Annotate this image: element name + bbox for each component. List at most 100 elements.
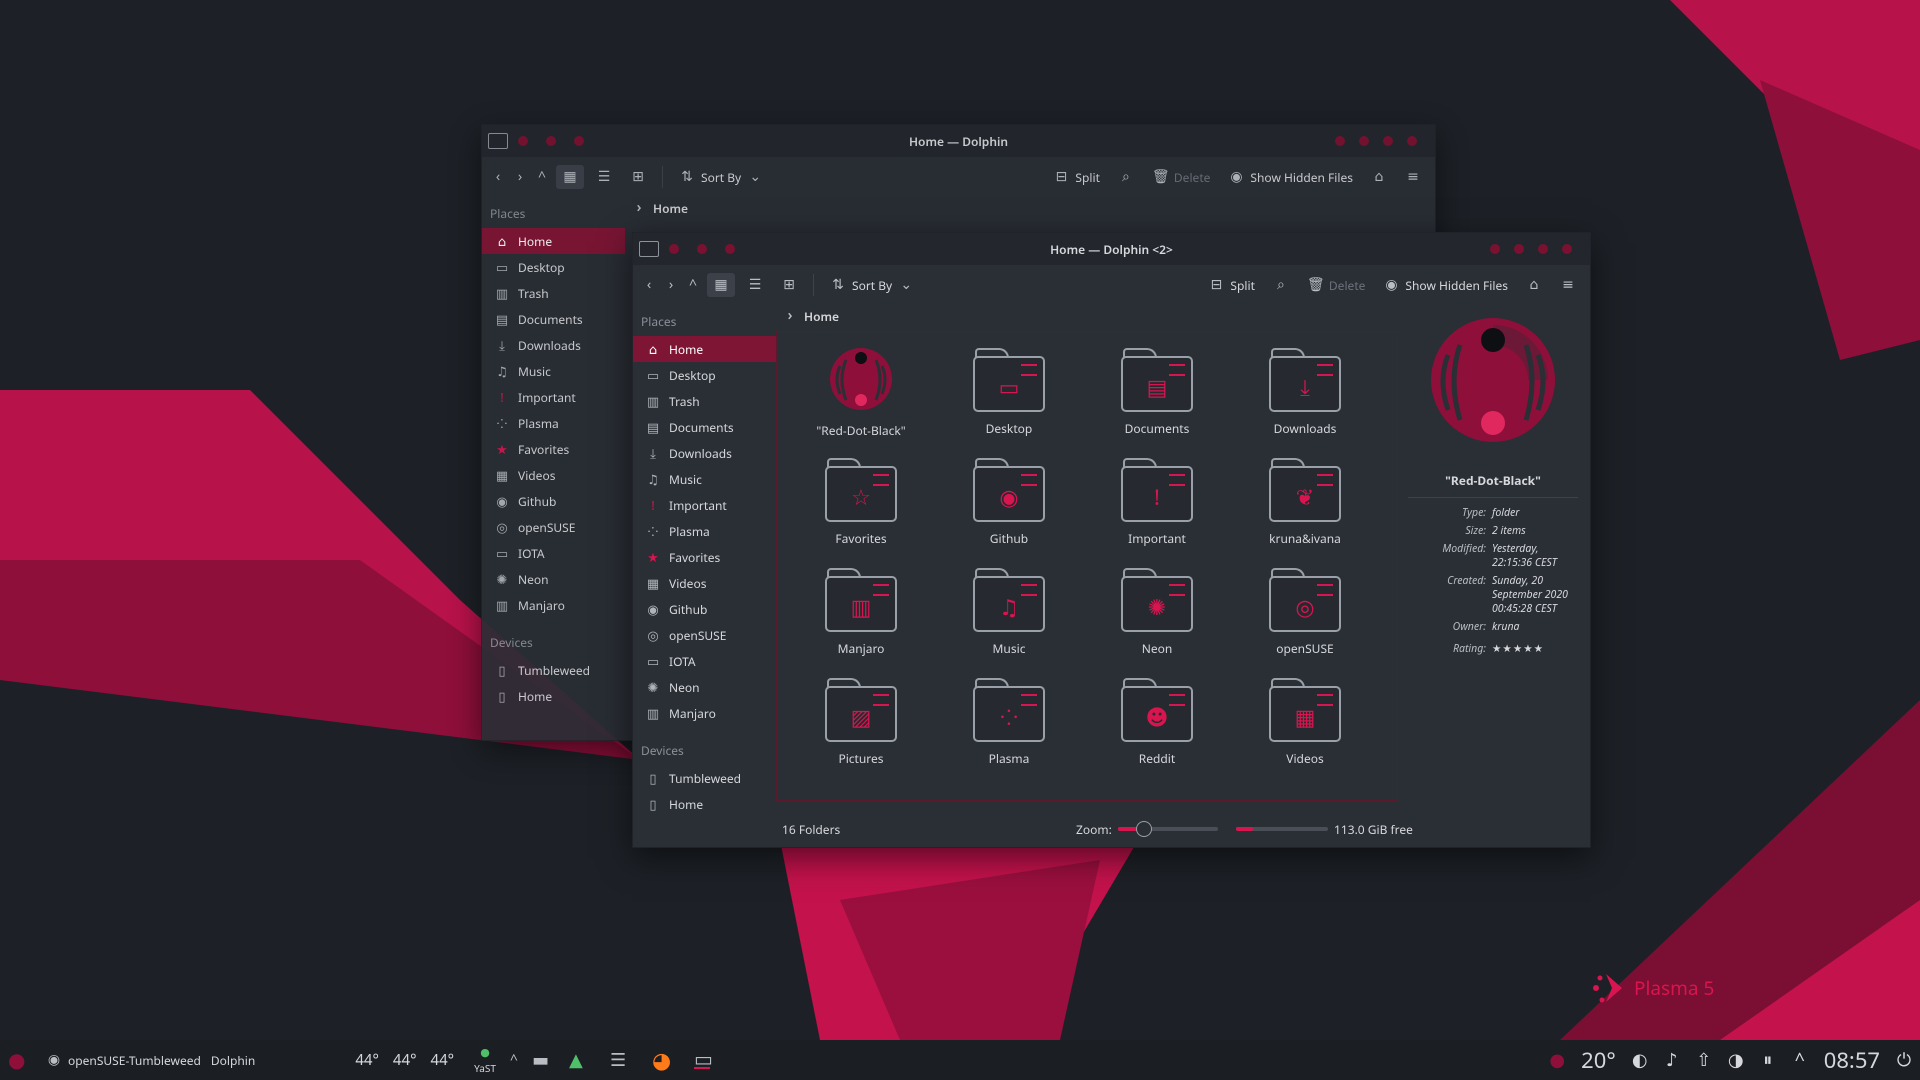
terminal-icon[interactable]: ▬: [532, 1051, 549, 1069]
up-icon[interactable]: ^: [685, 277, 701, 293]
compact-view-button[interactable]: ☰: [590, 165, 618, 189]
zoom-slider[interactable]: [1117, 821, 1218, 837]
power-icon[interactable]: ⏻: [1896, 1051, 1912, 1069]
delete-button[interactable]: 🗑 Delete: [1301, 273, 1372, 298]
details-view-button[interactable]: ⊞: [624, 165, 652, 189]
place-iota[interactable]: ▭ IOTA: [633, 648, 776, 674]
breadcrumb-home[interactable]: Home: [653, 200, 688, 217]
minimize-button[interactable]: [1514, 244, 1524, 254]
delete-button[interactable]: 🗑 Delete: [1146, 165, 1217, 190]
place-trash[interactable]: ▥ Trash: [633, 388, 776, 414]
maximize-button[interactable]: [1383, 136, 1393, 146]
dolphin-task-icon[interactable]: ▭: [693, 1049, 713, 1069]
minimize-button[interactable]: [1359, 136, 1369, 146]
place-favorites[interactable]: ★ Favorites: [633, 544, 776, 570]
help-button[interactable]: [1335, 136, 1345, 146]
place-videos[interactable]: ▦ Videos: [633, 570, 776, 596]
place-neon[interactable]: ✺ Neon: [482, 566, 625, 592]
home-button[interactable]: ⌂: [1520, 273, 1548, 297]
notifications-icon[interactable]: ♪: [1664, 1051, 1680, 1069]
split-button[interactable]: ⊟ Split: [1202, 273, 1261, 298]
file-item[interactable]: ▤ Documents: [1083, 342, 1231, 452]
file-item[interactable]: ▨ Pictures: [787, 672, 935, 782]
volume-icon[interactable]: ◑: [1728, 1051, 1744, 1069]
device-tumbleweed[interactable]: ▯ Tumbleweed: [633, 765, 776, 791]
menu-button[interactable]: ≡: [1554, 273, 1582, 297]
clock[interactable]: 08:57: [1824, 1045, 1880, 1075]
system-monitor-icon[interactable]: ▲: [568, 1051, 584, 1069]
night-color-icon[interactable]: ◐: [1632, 1051, 1648, 1069]
file-item[interactable]: ✺ Neon: [1083, 562, 1231, 672]
place-github[interactable]: ◉ Github: [633, 596, 776, 622]
file-item[interactable]: ▥ Manjaro: [787, 562, 935, 672]
up-icon[interactable]: ^: [534, 169, 550, 185]
maximize-button[interactable]: [1538, 244, 1548, 254]
place-opensuse[interactable]: ◎ openSUSE: [633, 622, 776, 648]
file-item[interactable]: ♫ Music: [935, 562, 1083, 672]
search-button[interactable]: ⌕: [1267, 273, 1295, 297]
sort-by-button[interactable]: ⇅ Sort By ⌄: [824, 273, 920, 298]
place-home[interactable]: ⌂ Home: [633, 336, 776, 362]
file-item[interactable]: ❦ kruna&ivana: [1231, 452, 1379, 562]
place-desktop[interactable]: ▭ Desktop: [482, 254, 625, 280]
place-desktop[interactable]: ▭ Desktop: [633, 362, 776, 388]
device-home[interactable]: ▯ Home: [633, 791, 776, 817]
file-item[interactable]: "Red-Dot-Black": [787, 342, 935, 452]
back-icon[interactable]: ‹: [490, 169, 506, 185]
yast-launcher[interactable]: ● YaST: [474, 1045, 496, 1075]
split-button[interactable]: ⊟ Split: [1047, 165, 1106, 190]
place-important[interactable]: ! Important: [633, 492, 776, 518]
show-hidden-button[interactable]: ◉ Show Hidden Files: [1222, 165, 1359, 190]
place-opensuse[interactable]: ◎ openSUSE: [482, 514, 625, 540]
place-manjaro[interactable]: ▥ Manjaro: [633, 700, 776, 726]
back-icon[interactable]: ‹: [641, 277, 657, 293]
settings-icon[interactable]: ☰: [610, 1051, 626, 1069]
device-home[interactable]: ▯ Home: [482, 683, 625, 709]
search-button[interactable]: ⌕: [1112, 165, 1140, 189]
place-downloads[interactable]: ⤓ Downloads: [633, 440, 776, 466]
place-important[interactable]: ! Important: [482, 384, 625, 410]
breadcrumb-home[interactable]: Home: [804, 308, 839, 325]
place-documents[interactable]: ▤ Documents: [482, 306, 625, 332]
forward-icon[interactable]: ›: [663, 277, 679, 293]
file-item[interactable]: ◎ openSUSE: [1231, 562, 1379, 672]
task-opensuse[interactable]: ◉ openSUSE-Tumbleweed: [46, 1052, 201, 1069]
task-dolphin[interactable]: Dolphin: [211, 1052, 255, 1069]
place-music[interactable]: ♫ Music: [482, 358, 625, 384]
icons-view-button[interactable]: ▦: [556, 165, 584, 189]
show-hidden-button[interactable]: ◉ Show Hidden Files: [1377, 273, 1514, 298]
zoom-knob[interactable]: [1135, 821, 1152, 837]
forward-icon[interactable]: ›: [512, 169, 528, 185]
place-documents[interactable]: ▤ Documents: [633, 414, 776, 440]
chevron-up-icon[interactable]: ^: [506, 1052, 522, 1068]
firefox-icon[interactable]: ◕: [652, 1049, 671, 1071]
titlebar[interactable]: Home — Dolphin: [482, 125, 1435, 157]
breadcrumb[interactable]: › Home: [625, 197, 1435, 219]
place-downloads[interactable]: ⤓ Downloads: [482, 332, 625, 358]
file-item[interactable]: ! Important: [1083, 452, 1231, 562]
place-plasma[interactable]: ⁘ Plasma: [482, 410, 625, 436]
file-item[interactable]: ☆ Favorites: [787, 452, 935, 562]
place-music[interactable]: ♫ Music: [633, 466, 776, 492]
compact-view-button[interactable]: ☰: [741, 273, 769, 297]
rating-stars[interactable]: ★★★★★: [1492, 642, 1578, 656]
close-button[interactable]: [1562, 244, 1572, 254]
place-github[interactable]: ◉ Github: [482, 488, 625, 514]
weather-temp[interactable]: 20°: [1581, 1045, 1616, 1075]
dolphin-window[interactable]: Home — Dolphin <2> ‹ › ^ ▦ ☰ ⊞ ⇅ Sort By ⌄…: [632, 232, 1591, 848]
red-dot-icon[interactable]: ●: [1549, 1051, 1565, 1069]
sort-by-button[interactable]: ⇅ Sort By ⌄: [673, 165, 769, 190]
file-item[interactable]: ⁘ Plasma: [935, 672, 1083, 782]
file-item[interactable]: ▭ Desktop: [935, 342, 1083, 452]
place-videos[interactable]: ▦ Videos: [482, 462, 625, 488]
file-item[interactable]: ☻ Reddit: [1083, 672, 1231, 782]
place-plasma[interactable]: ⁘ Plasma: [633, 518, 776, 544]
help-button[interactable]: [1490, 244, 1500, 254]
home-button[interactable]: ⌂: [1365, 165, 1393, 189]
place-home[interactable]: ⌂ Home: [482, 228, 625, 254]
file-item[interactable]: ◉ Github: [935, 452, 1083, 562]
menu-button[interactable]: ≡: [1399, 165, 1427, 189]
place-favorites[interactable]: ★ Favorites: [482, 436, 625, 462]
place-manjaro[interactable]: ▥ Manjaro: [482, 592, 625, 618]
details-view-button[interactable]: ⊞: [775, 273, 803, 297]
